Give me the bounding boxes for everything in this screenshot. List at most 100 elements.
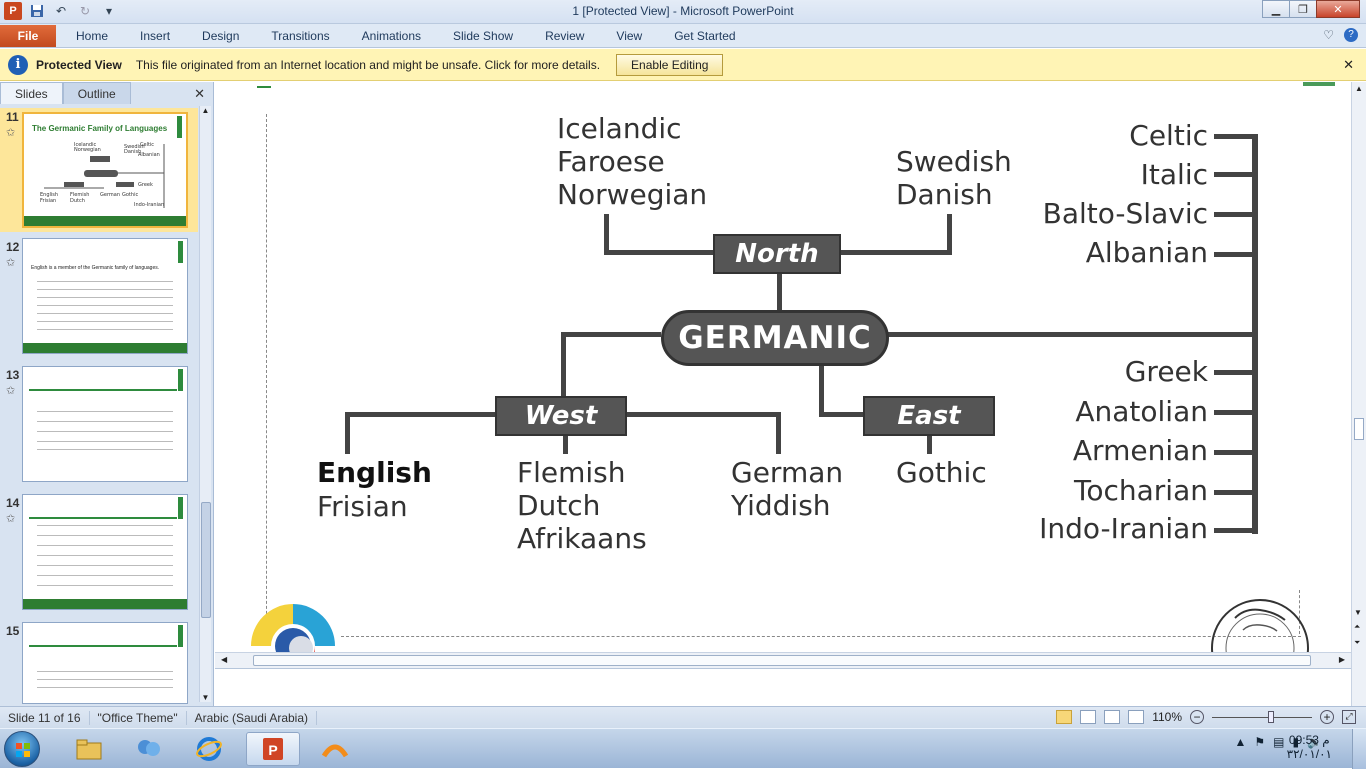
app-taskbar-icon[interactable] (308, 732, 362, 766)
slide-show-view-icon[interactable] (1128, 710, 1145, 724)
tab-slide-show[interactable]: Slide Show (437, 25, 529, 47)
language-indicator[interactable]: Arabic (Saudi Arabia) (187, 710, 317, 725)
minimize-button[interactable]: ▁ (1262, 0, 1290, 18)
scrollbar-thumb[interactable] (253, 655, 1311, 666)
slide-footer (23, 343, 187, 353)
action-center-icon[interactable]: ⚑ (1254, 735, 1265, 749)
zoom-in-icon[interactable]: + (1320, 710, 1334, 724)
close-bar-icon[interactable]: ✕ (1343, 57, 1354, 73)
scrollbar-thumb[interactable] (201, 502, 211, 618)
tab-transitions[interactable]: Transitions (255, 25, 345, 47)
slide-preview: English is a member of the Germanic fami… (22, 238, 188, 354)
window-title: 1 [Protected View] - Microsoft PowerPoin… (572, 4, 794, 18)
tab-outline[interactable]: Outline (62, 82, 131, 104)
transition-icon: ✩ (6, 385, 16, 397)
theme-name[interactable]: "Office Theme" (90, 710, 187, 725)
slide-footer (23, 599, 187, 609)
close-pane-icon[interactable]: ✕ (194, 86, 205, 102)
protected-view-title: Protected View (36, 57, 122, 72)
tab-view[interactable]: View (600, 25, 658, 47)
restore-button[interactable]: ❐ (1289, 0, 1317, 18)
lang-balto-slavic: Balto-Slavic (1042, 197, 1208, 230)
clock-date: ٣٢/٠١/٠١ (1286, 747, 1332, 761)
start-button[interactable] (4, 731, 40, 767)
slide-accent-left (257, 86, 271, 88)
svg-text:Norwegian: Norwegian (74, 147, 101, 153)
lang-celtic: Celtic (1129, 119, 1208, 152)
tab-design[interactable]: Design (186, 25, 255, 47)
slide-number: 11 (6, 110, 19, 124)
placeholder-border (266, 114, 267, 634)
university-seal-right (1211, 599, 1309, 652)
tab-review[interactable]: Review (529, 25, 600, 47)
zoom-level[interactable]: 110% (1152, 710, 1182, 724)
minimize-ribbon-icon[interactable]: ♡ (1323, 28, 1334, 42)
device-icon[interactable]: ▤ (1273, 735, 1284, 749)
editor-horizontal-scrollbar[interactable]: ◀ ▶ (215, 652, 1351, 668)
lang-english: English (317, 456, 432, 489)
reading-view-icon[interactable] (1104, 710, 1121, 724)
next-slide-icon[interactable]: ⏷ (1354, 638, 1360, 648)
tab-slides[interactable]: Slides (0, 82, 63, 104)
lang-indo-iranian: Indo-Iranian (1039, 512, 1208, 545)
help-icon[interactable]: ? (1344, 28, 1358, 42)
slides-pane: Slides Outline ✕ 11 ✩ The Germanic Famil… (0, 82, 214, 706)
slide-rule (29, 517, 177, 519)
transition-icon: ✩ (6, 127, 16, 139)
scroll-up-icon[interactable]: ▲ (1352, 84, 1366, 93)
slide-editor[interactable]: North GERMANIC West East Icelandic Faroe… (215, 82, 1351, 652)
zoom-out-icon[interactable]: − (1190, 710, 1204, 724)
tab-animations[interactable]: Animations (346, 25, 437, 47)
slide-number: 12 (6, 240, 20, 254)
slide-number: 13 (6, 368, 20, 382)
slide-preview (22, 366, 188, 482)
slide-thumbnail-11[interactable]: 11 ✩ The Germanic Family of Languages Ic… (0, 108, 198, 232)
svg-text:Gothic: Gothic (122, 192, 138, 198)
fit-to-window-icon[interactable]: ⤢ (1342, 710, 1356, 724)
transition-icon: ✩ (6, 257, 16, 269)
protected-view-message[interactable]: This file originated from an Internet lo… (136, 58, 600, 72)
slide-accent (178, 369, 183, 391)
lang-german: German (731, 456, 844, 489)
tab-home[interactable]: Home (60, 25, 124, 47)
windows-logo-icon (16, 743, 30, 757)
slide-number: 14 (6, 496, 20, 510)
zoom-slider[interactable] (1212, 710, 1312, 723)
lang-yiddish: Yiddish (731, 489, 831, 522)
messenger-taskbar-icon[interactable] (122, 732, 176, 766)
powerpoint-taskbar-icon[interactable]: P (246, 732, 300, 766)
north-box: North (713, 234, 841, 274)
enable-editing-button[interactable]: Enable Editing (616, 53, 724, 76)
zoom-slider-thumb[interactable] (1268, 710, 1274, 723)
previous-slide-icon[interactable]: ⏶ (1354, 622, 1360, 632)
tab-get-started[interactable]: Get Started (658, 25, 751, 47)
system-clock[interactable]: 09:53 م ٣٢/٠١/٠١ (1287, 733, 1332, 761)
scroll-up-icon[interactable]: ▲ (200, 106, 211, 115)
show-desktop-button[interactable] (1352, 729, 1366, 769)
slide-accent (178, 241, 183, 263)
tab-insert[interactable]: Insert (124, 25, 186, 47)
close-button[interactable]: ✕ (1316, 0, 1360, 18)
west-box: West (495, 396, 627, 436)
svg-text:Frisian: Frisian (40, 198, 56, 204)
scrollbar-thumb[interactable] (1354, 418, 1364, 440)
editor-vertical-scrollbar[interactable]: ▲ ▼ ⏶ ⏷ (1351, 82, 1366, 706)
svg-text:German: German (100, 192, 120, 198)
slides-scrollbar[interactable]: ▲ ▼ (199, 106, 211, 702)
scroll-down-icon[interactable]: ▼ (200, 693, 211, 702)
scroll-down-icon[interactable]: ▼ (1354, 608, 1362, 617)
tab-file[interactable]: File (0, 25, 56, 47)
slide-sorter-view-icon[interactable] (1080, 710, 1097, 724)
explorer-taskbar-icon[interactable] (62, 732, 116, 766)
internet-explorer-taskbar-icon[interactable] (182, 732, 236, 766)
lang-albanian: Albanian (1085, 236, 1208, 269)
scroll-left-icon[interactable]: ◀ (221, 655, 227, 664)
mini-diagram: IcelandicNorwegian SwedishDanish CelticA… (40, 142, 165, 208)
status-bar: Slide 11 of 16 "Office Theme" Arabic (Sa… (0, 706, 1366, 728)
normal-view-icon[interactable] (1056, 710, 1073, 724)
lang-gothic: Gothic (896, 456, 987, 489)
notes-pane[interactable] (215, 668, 1351, 706)
scroll-right-icon[interactable]: ▶ (1339, 655, 1345, 664)
show-hidden-icons[interactable]: ▲ (1234, 735, 1246, 749)
germanic-node: GERMANIC (661, 310, 889, 366)
